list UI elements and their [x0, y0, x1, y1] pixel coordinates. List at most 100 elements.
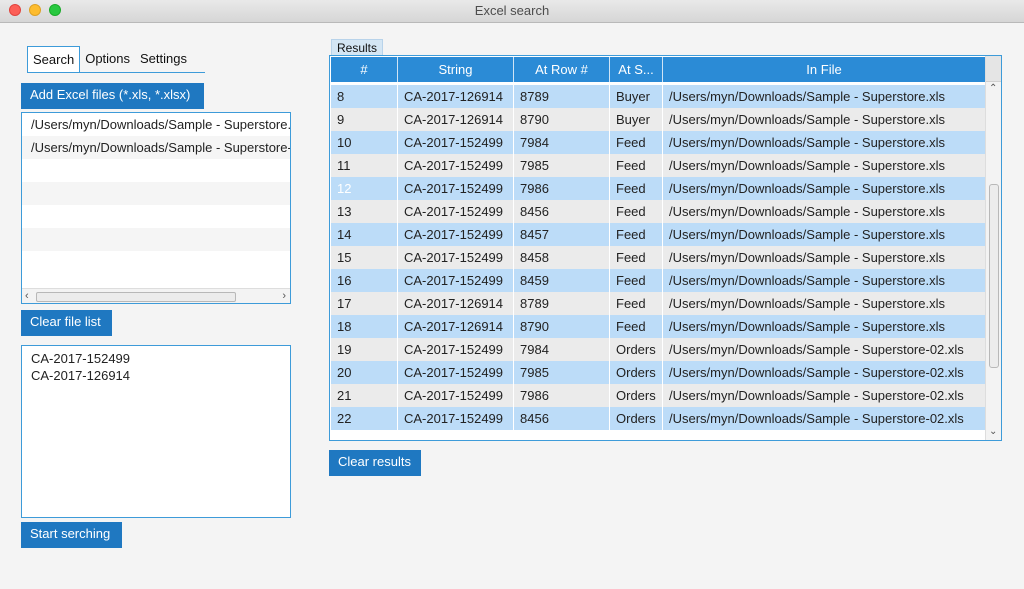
cell-at-row: 8790 — [514, 315, 610, 338]
start-searching-button[interactable]: Start serching — [21, 522, 122, 548]
cell-number: 18 — [331, 315, 398, 338]
cell-at-sheet: Feed — [610, 269, 663, 292]
cell-at-sheet: Orders — [610, 384, 663, 407]
title-bar: Excel search — [0, 0, 1024, 23]
cell-string: CA-2017-152499 — [398, 361, 514, 384]
cell-at-row: 8456 — [514, 200, 610, 223]
cell-at-row: 8457 — [514, 223, 610, 246]
table-row[interactable]: 13 CA-2017-152499 8456 Feed/Users/myn/Downl… — [331, 200, 986, 223]
column-header-at-row[interactable]: At Row # — [514, 57, 610, 82]
cell-number: 10 — [331, 131, 398, 154]
results-vertical-scrollbar[interactable]: ⌃ ⌄ — [985, 56, 1001, 440]
table-row[interactable]: 19 CA-2017-152499 7984 Orders/Users/myn/Dow… — [331, 338, 986, 361]
cell-at-sheet: Orders — [610, 407, 663, 430]
cell-in-file: /Users/myn/Downloads/Sample - Superstore… — [663, 177, 986, 200]
cell-at-row: 7985 — [514, 361, 610, 384]
column-header-number[interactable]: # — [331, 57, 398, 82]
table-row[interactable]: 16 CA-2017-152499 8459 Feed/Users/myn/Downl… — [331, 269, 986, 292]
results-body: 8 CA-2017-126914 8789 Buyer/Users/myn/Downl… — [331, 85, 986, 440]
table-row[interactable]: 17 CA-2017-126914 8789 Feed/Users/myn/Downl… — [331, 292, 986, 315]
file-list-item[interactable]: /Users/myn/Downloads/Sample - Superstore… — [22, 136, 290, 159]
cell-in-file: /Users/myn/Downloads/Sample - Superstore… — [663, 223, 986, 246]
scroll-up-icon[interactable]: ⌃ — [989, 83, 997, 94]
cell-in-file: /Users/myn/Downloads/Sample - Superstore… — [663, 154, 986, 177]
tab-underline — [27, 72, 205, 73]
file-list[interactable]: /Users/myn/Downloads/Sample - Superstore… — [21, 112, 291, 304]
cell-at-row: 7984 — [514, 131, 610, 154]
cell-at-sheet: Orders — [610, 361, 663, 384]
scrollbar-thumb[interactable] — [36, 292, 236, 302]
tab-options[interactable]: Options — [80, 46, 135, 72]
file-list-item[interactable]: /Users/myn/Downloads/Sample - Superstore… — [22, 113, 290, 136]
file-list-empty-row — [22, 182, 290, 205]
file-list-empty-row — [22, 251, 290, 274]
cell-in-file: /Users/myn/Downloads/Sample - Superstore… — [663, 246, 986, 269]
cell-number: 8 — [331, 85, 398, 108]
cell-at-row: 8459 — [514, 269, 610, 292]
app-window: Excel search Search Options Settings Add… — [0, 0, 1024, 589]
table-row[interactable]: 20 CA-2017-152499 7985 Orders/Users/myn/Dow… — [331, 361, 986, 384]
cell-at-sheet: Feed — [610, 315, 663, 338]
cell-in-file: /Users/myn/Downloads/Sample - Superstore… — [663, 108, 986, 131]
cell-at-row: 8789 — [514, 85, 610, 108]
add-excel-files-button[interactable]: Add Excel files (*.xls, *.xlsx) — [21, 83, 204, 109]
column-header-at-sheet[interactable]: At S... — [610, 57, 663, 82]
table-row[interactable]: 9 CA-2017-126914 8790 Buyer/Users/myn/Downl… — [331, 108, 986, 131]
table-row[interactable]: 10 CA-2017-152499 7984 Feed/Users/myn/Downl… — [331, 131, 986, 154]
cell-string: CA-2017-152499 — [398, 223, 514, 246]
cell-in-file: /Users/myn/Downloads/Sample - Superstore… — [663, 200, 986, 223]
results-table[interactable]: # String At Row # At S... In File 8 CA-20… — [329, 55, 1002, 441]
table-row[interactable]: 12 CA-2017-152499 7986 Feed/Users/myn/Downl… — [331, 177, 986, 200]
tab-settings[interactable]: Settings — [135, 46, 192, 72]
main-content: Search Options Settings Add Excel files … — [0, 23, 1024, 589]
table-row[interactable]: 8 CA-2017-126914 8789 Buyer/Users/myn/Downl… — [331, 85, 986, 108]
window-title: Excel search — [474, 3, 550, 18]
cell-at-sheet: Feed — [610, 200, 663, 223]
cell-number: 22 — [331, 407, 398, 430]
table-row[interactable]: 11 CA-2017-152499 7985 Feed/Users/myn/Downl… — [331, 154, 986, 177]
table-row[interactable]: 22 CA-2017-152499 8456 Orders/Users/myn/Dow… — [331, 407, 986, 430]
cell-string: CA-2017-126914 — [398, 85, 514, 108]
cell-at-sheet: Feed — [610, 154, 663, 177]
cell-at-sheet: Feed — [610, 131, 663, 154]
cell-number: 19 — [331, 338, 398, 361]
results-header-row: # String At Row # At S... In File — [331, 57, 986, 82]
search-strings-textarea[interactable]: CA-2017-152499 CA-2017-126914 — [21, 345, 291, 518]
cell-in-file: /Users/myn/Downloads/Sample - Superstore… — [663, 338, 986, 361]
cell-in-file: /Users/myn/Downloads/Sample - Superstore… — [663, 315, 986, 338]
table-row[interactable]: 14 CA-2017-152499 8457 Feed/Users/myn/Downl… — [331, 223, 986, 246]
cell-string: CA-2017-152499 — [398, 246, 514, 269]
cell-string: CA-2017-152499 — [398, 131, 514, 154]
cell-in-file: /Users/myn/Downloads/Sample - Superstore… — [663, 292, 986, 315]
scrollbar-thumb[interactable] — [989, 184, 999, 368]
clear-results-button[interactable]: Clear results — [329, 450, 421, 476]
table-row[interactable]: 21 CA-2017-152499 7986 Orders/Users/myn/Dow… — [331, 384, 986, 407]
cell-number: 9 — [331, 108, 398, 131]
cell-in-file: /Users/myn/Downloads/Sample - Superstore… — [663, 361, 986, 384]
cell-string: CA-2017-152499 — [398, 154, 514, 177]
clear-file-list-button[interactable]: Clear file list — [21, 310, 112, 336]
search-string-line: CA-2017-126914 — [31, 368, 131, 383]
column-header-in-file[interactable]: In File — [663, 57, 986, 82]
cell-string: CA-2017-152499 — [398, 269, 514, 292]
scroll-down-icon[interactable]: ⌄ — [989, 426, 997, 437]
cell-number: 16 — [331, 269, 398, 292]
table-row[interactable]: 15 CA-2017-152499 8458 Feed/Users/myn/Downl… — [331, 246, 986, 269]
cell-at-row: 7984 — [514, 338, 610, 361]
scroll-right-icon[interactable]: › — [282, 289, 286, 303]
file-list-empty-row — [22, 228, 290, 251]
cell-string: CA-2017-152499 — [398, 407, 514, 430]
cell-string: CA-2017-152499 — [398, 200, 514, 223]
file-list-horizontal-scrollbar[interactable]: ‹ › — [22, 288, 290, 303]
tab-search[interactable]: Search — [27, 46, 81, 73]
cell-in-file: /Users/myn/Downloads/Sample - Superstore… — [663, 85, 986, 108]
column-header-string[interactable]: String — [398, 57, 514, 82]
cell-at-row: 8789 — [514, 292, 610, 315]
cell-in-file: /Users/myn/Downloads/Sample - Superstore… — [663, 384, 986, 407]
cell-at-row: 8458 — [514, 246, 610, 269]
table-row[interactable]: 18 CA-2017-126914 8790 Feed/Users/myn/Downl… — [331, 315, 986, 338]
cell-string: CA-2017-126914 — [398, 108, 514, 131]
scroll-left-icon[interactable]: ‹ — [25, 289, 29, 303]
cell-at-sheet: Feed — [610, 246, 663, 269]
search-string-line: CA-2017-152499 — [31, 351, 131, 366]
